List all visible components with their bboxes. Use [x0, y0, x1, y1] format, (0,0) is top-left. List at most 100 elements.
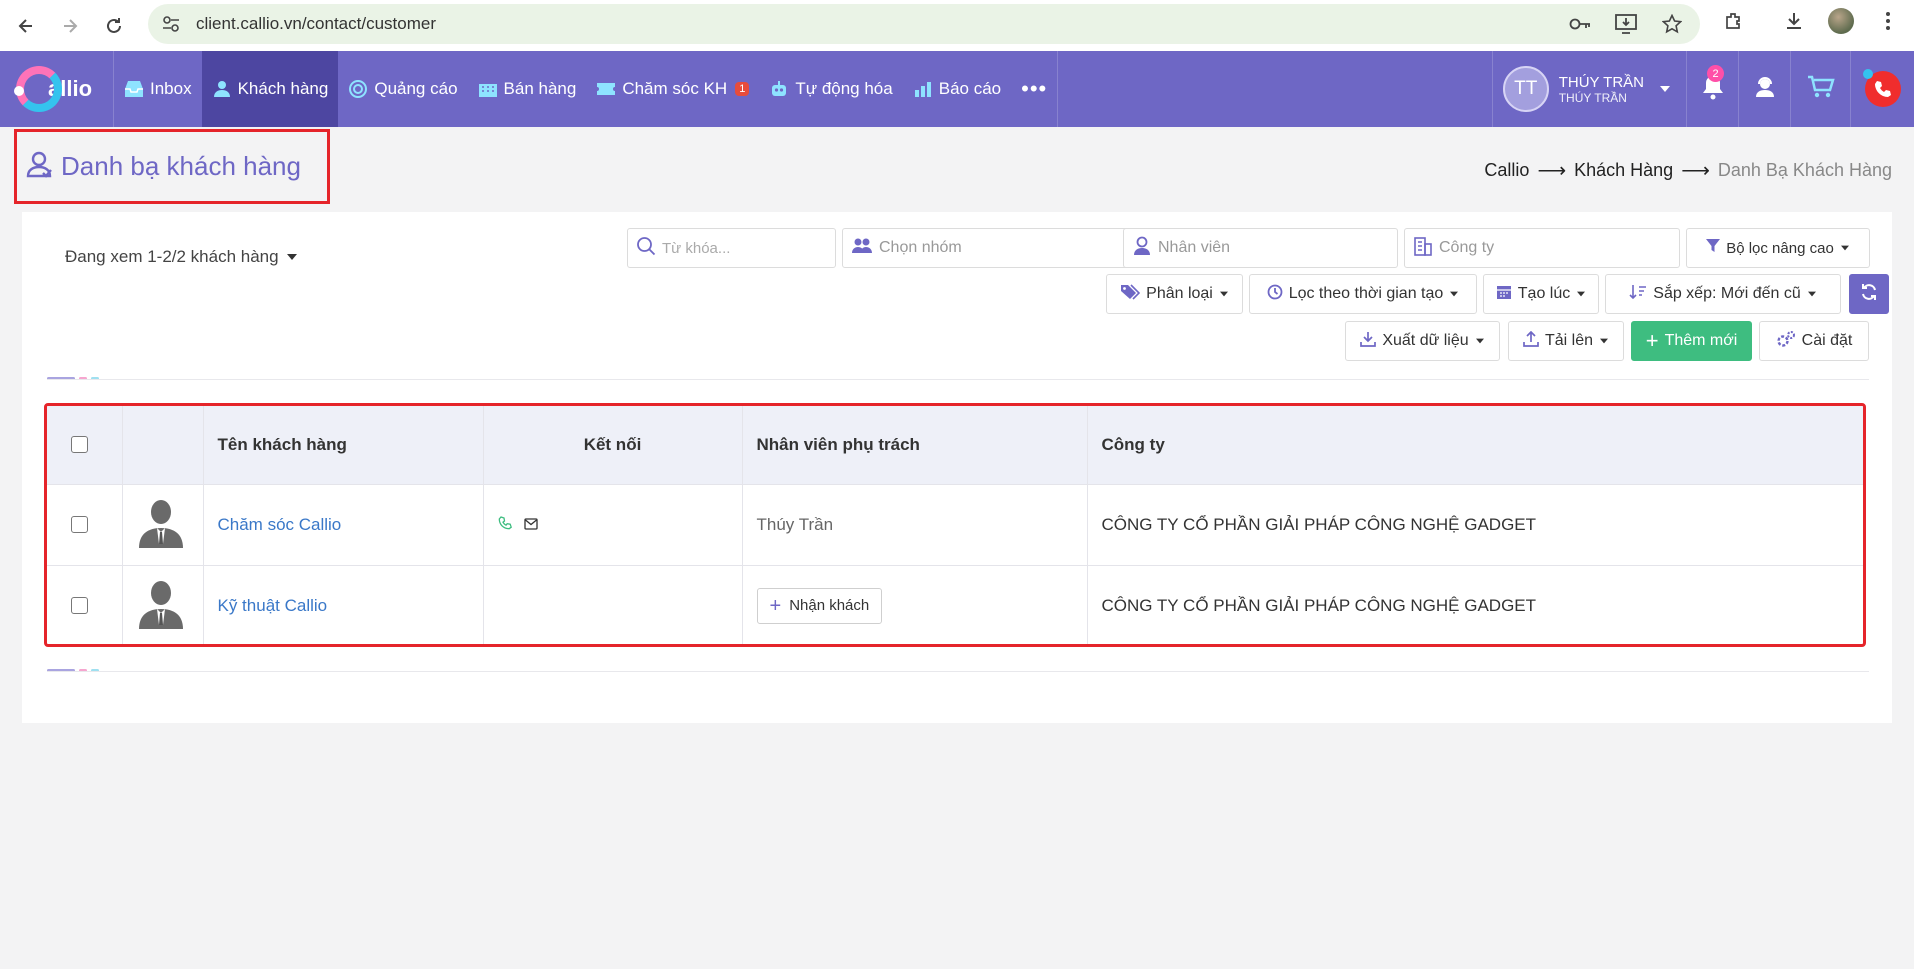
chart-icon [913, 79, 933, 99]
user-name: THÚY TRẦN [1558, 73, 1644, 91]
classify-dropdown[interactable]: Phân loại [1106, 274, 1243, 314]
target-icon [348, 79, 368, 99]
table-row[interactable]: Chăm sóc Callio Thúy Trần CÔNG TY CỔ PHẦ… [47, 484, 1863, 565]
callio-logo[interactable]: allio [0, 51, 114, 127]
advanced-filter-button[interactable]: Bộ lọc nâng cao [1686, 228, 1870, 268]
time-filter-label: Lọc theo thời gian tạo [1288, 285, 1444, 302]
receive-customer-label: Nhận khách [789, 597, 870, 615]
company-name: CÔNG TY CỔ PHẦN GIẢI PHÁP CÔNG NGHỆ GADG… [1101, 514, 1537, 534]
nav-ban-hang[interactable]: Bán hàng [468, 51, 587, 127]
nav-khach-hang[interactable]: Khách hàng [201, 51, 339, 127]
created-at-dropdown[interactable]: Tạo lúc [1483, 274, 1599, 314]
calendar-icon [1496, 284, 1512, 305]
select-all-cell [47, 406, 123, 484]
sort-label: Sắp xếp: Mới đến cũ [1653, 285, 1801, 302]
download-icon[interactable] [1782, 9, 1806, 33]
time-filter-dropdown[interactable]: Lọc theo thời gian tạo [1249, 274, 1477, 314]
nav-label: Chăm sóc KH [622, 79, 728, 98]
settings-button[interactable]: Cài đặt [1759, 321, 1869, 361]
upload-label: Tải lên [1544, 332, 1594, 349]
divider [47, 379, 1869, 380]
column-header-name[interactable]: Tên khách hàng [203, 406, 484, 484]
add-new-label: Thêm mới [1664, 332, 1738, 349]
extensions-icon[interactable] [1722, 9, 1746, 33]
nav-tu-dong-hoa[interactable]: Tự động hóa [759, 51, 902, 127]
staff-select[interactable]: Nhân viên [1123, 228, 1398, 268]
customer-table-container: Tên khách hàng Kết nối Nhân viên phụ trá… [44, 403, 1866, 647]
nav-bao-cao[interactable]: Báo cáo [903, 51, 1011, 127]
user-menu[interactable]: TT THÚY TRẦN THÚY TRẦN [1491, 51, 1686, 127]
keyword-search-input[interactable]: Từ khóa... [627, 228, 836, 268]
sort-dropdown[interactable]: Sắp xếp: Mới đến cũ [1605, 274, 1841, 314]
breadcrumb-item[interactable]: Khách Hàng [1574, 160, 1673, 181]
site-settings-icon[interactable] [160, 13, 182, 35]
ticket-icon [596, 79, 616, 99]
export-data-button[interactable]: Xuất dữ liệu [1345, 321, 1500, 361]
refresh-button[interactable] [1849, 274, 1889, 314]
nav-quang-cao[interactable]: Quảng cáo [338, 51, 467, 127]
caret-down-icon [1807, 291, 1816, 297]
bookmark-star-icon[interactable] [1660, 12, 1684, 36]
group-select[interactable]: Chọn nhóm [842, 228, 1138, 268]
customer-name-link[interactable]: Chăm sóc Callio [218, 515, 342, 534]
column-header-staff[interactable]: Nhân viên phụ trách [742, 406, 1088, 484]
robot-icon [769, 79, 789, 99]
caret-down-icon [1577, 291, 1586, 297]
support-agent-button[interactable] [1738, 51, 1790, 127]
page-title: Danh bạ khách hàng [61, 151, 301, 181]
install-app-icon[interactable] [1614, 12, 1638, 36]
more-menu-button[interactable]: ••• [1011, 51, 1059, 127]
download-icon [1360, 331, 1377, 352]
reload-icon[interactable] [96, 8, 132, 44]
browser-toolbar: client.callio.vn/contact/customer [0, 0, 1914, 51]
plus-icon: + [1645, 328, 1659, 353]
customer-name-link[interactable]: Kỹ thuật Callio [218, 596, 328, 615]
nav-label: Khách hàng [237, 79, 329, 98]
nav-label: Báo cáo [938, 79, 1002, 98]
row-checkbox[interactable] [71, 516, 88, 533]
add-new-button[interactable]: + Thêm mới [1631, 321, 1752, 361]
user-avatar: TT [1502, 66, 1549, 112]
connect-cell [483, 565, 743, 644]
customer-avatar [122, 565, 204, 644]
table-row[interactable]: Kỹ thuật Callio + Nhận khách CÔNG TY CỔ … [47, 565, 1863, 644]
cart-button[interactable] [1790, 51, 1850, 127]
row-checkbox[interactable] [71, 597, 88, 615]
tags-icon [1120, 283, 1141, 305]
column-header-company[interactable]: Công ty [1087, 406, 1863, 484]
forward-icon[interactable] [52, 8, 88, 44]
browser-profile-avatar[interactable] [1828, 8, 1854, 34]
caret-down-icon [1219, 291, 1228, 297]
classify-label: Phân loại [1146, 285, 1213, 302]
customer-icon [212, 79, 232, 99]
browser-menu-icon[interactable] [1876, 9, 1900, 33]
inbox-icon [124, 79, 144, 99]
call-button[interactable] [1850, 51, 1914, 127]
column-header-connect: Kết nối [483, 406, 743, 484]
filter-funnel-icon [1706, 238, 1721, 258]
upload-button[interactable]: Tải lên [1508, 321, 1624, 361]
nav-inbox[interactable]: Inbox [114, 51, 202, 127]
nav-cham-soc-kh[interactable]: Chăm sóc KH 1 [586, 51, 759, 127]
address-bar[interactable]: client.callio.vn/contact/customer [148, 4, 1700, 44]
avatar-header [122, 406, 204, 484]
search-icon [636, 236, 656, 261]
receive-customer-button[interactable]: + Nhận khách [756, 587, 883, 624]
contact-book-icon [25, 149, 55, 184]
back-icon[interactable] [8, 8, 44, 44]
clock-icon [1267, 284, 1283, 305]
email-icon[interactable] [524, 515, 538, 534]
company-select[interactable]: Công ty [1404, 228, 1680, 268]
breadcrumb-item[interactable]: Callio [1484, 160, 1529, 181]
staff-placeholder: Nhân viên [1158, 239, 1231, 256]
user-subname: THÚY TRẦN [1558, 90, 1627, 105]
arrow-right-icon: ⟶ [1537, 160, 1567, 182]
password-key-icon[interactable] [1568, 12, 1592, 36]
caret-down-icon [1450, 291, 1459, 297]
viewing-count-dropdown[interactable]: Đang xem 1-2/2 khách hàng [65, 247, 297, 267]
phone-icon[interactable] [498, 515, 512, 534]
upload-icon [1523, 330, 1539, 352]
notifications-button[interactable]: 2 [1686, 51, 1738, 127]
caret-down-icon [286, 254, 297, 260]
select-all-checkbox[interactable] [71, 436, 88, 454]
